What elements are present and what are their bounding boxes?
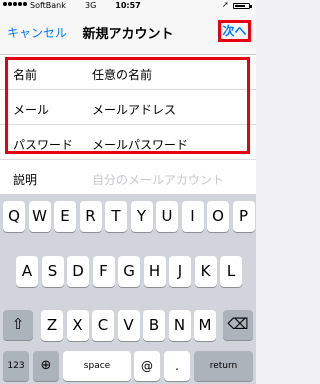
key-x[interactable]: X [66,310,89,341]
key-t[interactable]: T [105,201,127,232]
delete-icon: ⌫ [227,315,249,333]
next-button[interactable]: 次へ [218,20,251,42]
key-c[interactable]: C [92,310,114,341]
key-z[interactable]: Z [41,310,63,341]
key-p[interactable]: P [232,201,255,232]
period-key[interactable]: . [164,351,190,381]
key-m[interactable]: M [194,310,216,341]
key-o[interactable]: O [207,201,229,232]
description-label: 説明 [13,173,38,187]
description-input[interactable]: 自分のメールアカウント [92,171,224,188]
key-h[interactable]: H [143,256,166,287]
shift-key[interactable]: ⇧ [3,310,33,340]
key-w[interactable]: W [28,201,51,232]
return-key[interactable]: return [194,351,253,381]
delete-key[interactable]: ⌫ [223,310,253,340]
description-field-row[interactable]: 説明 自分のメールアカウント [0,160,256,195]
key-v[interactable]: V [117,310,140,341]
key-l[interactable]: L [220,256,242,287]
key-q[interactable]: Q [3,201,25,232]
numbers-key[interactable]: 123 [3,351,29,381]
key-e[interactable]: E [54,201,76,232]
keyboard: ⇧ ⌫ 123 ⊕ space @ . return QWERTYUIOP ASD… [0,194,256,384]
key-f[interactable]: F [92,256,115,287]
at-key[interactable]: @ [134,351,160,381]
key-s[interactable]: S [41,256,64,287]
battery-icon [233,3,252,9]
key-y[interactable]: Y [130,201,153,232]
navigation-bar: キャンセル 新規アカウント 次へ [0,12,256,55]
key-a[interactable]: A [16,256,38,287]
key-r[interactable]: R [79,201,102,232]
key-i[interactable]: I [181,201,204,232]
globe-key[interactable]: ⊕ [33,351,59,381]
clock: 10:57 [115,1,141,10]
space-key[interactable]: space [63,351,131,381]
status-bar: SoftBank 3G 10:57 ➚ [0,0,256,12]
key-g[interactable]: G [118,256,140,287]
highlight-frame [5,57,250,154]
globe-icon: ⊕ [40,358,52,373]
location-icon: ➚ [222,0,229,9]
key-u[interactable]: U [156,201,178,232]
key-d[interactable]: D [67,256,89,287]
key-j[interactable]: J [169,256,191,287]
key-n[interactable]: N [168,310,191,341]
shift-icon: ⇧ [11,315,25,333]
key-k[interactable]: K [194,256,217,287]
key-b[interactable]: B [143,310,165,341]
